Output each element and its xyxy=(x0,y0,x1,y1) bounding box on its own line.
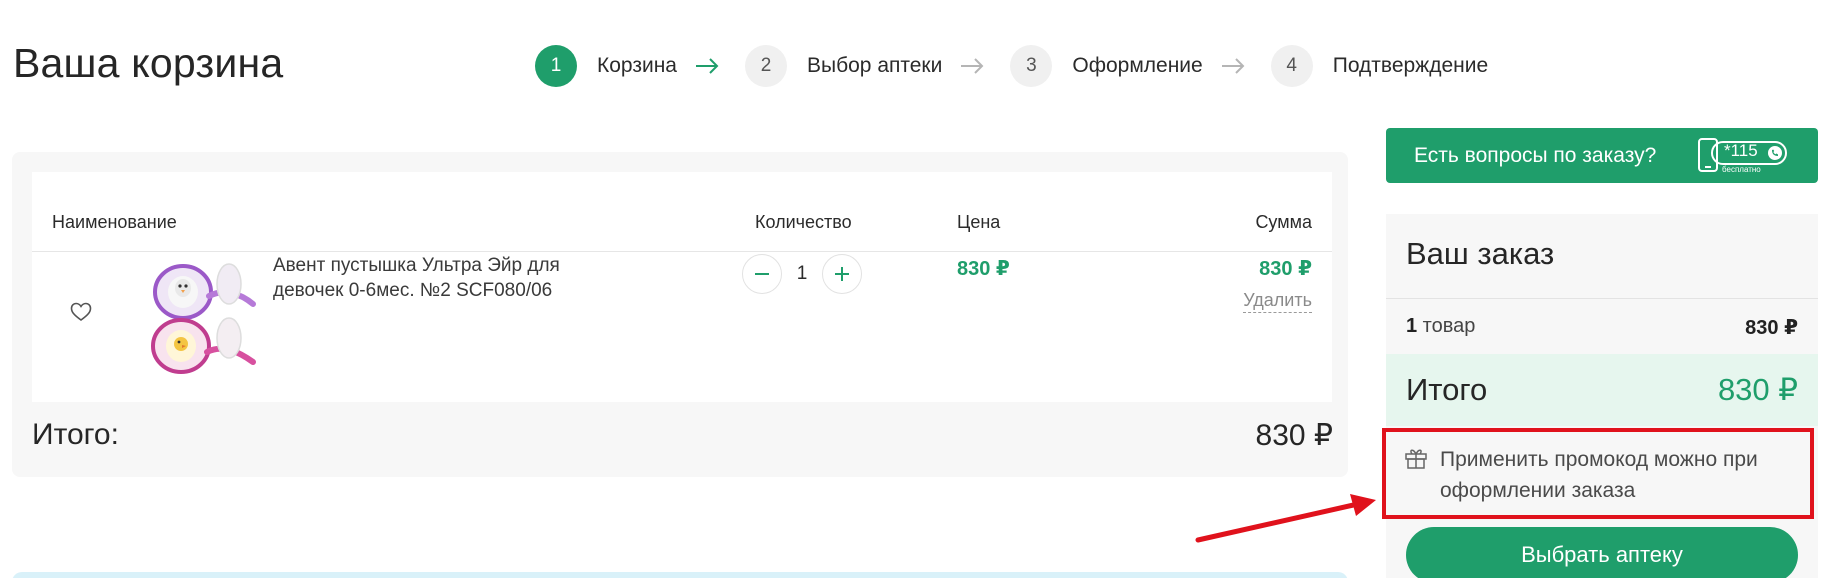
quantity-stepper: 1 xyxy=(742,254,862,294)
item-price: 830 ₽ xyxy=(957,258,1010,280)
cart-table: Наименование Количество Цена Сумма Авент… xyxy=(32,172,1332,402)
phone-short-number: *115 xyxy=(1724,141,1758,160)
annotation-arrow-icon xyxy=(1190,488,1390,546)
column-header-sum: Сумма xyxy=(1255,212,1312,232)
step-label: Корзина xyxy=(597,54,677,77)
step-number: 3 xyxy=(1010,45,1053,87)
arrow-right-icon xyxy=(1221,58,1245,74)
product-name-link[interactable]: Авент пустышка Ультра Эйр для девочек 0-… xyxy=(273,253,633,303)
plus-icon xyxy=(835,267,849,281)
increase-quantity-button[interactable] xyxy=(822,254,862,294)
order-summary-card: Ваш заказ 1 товар 830 ₽ Итого 830 ₽ Прим… xyxy=(1386,214,1818,578)
quantity-value[interactable]: 1 xyxy=(782,263,822,285)
product-image[interactable] xyxy=(145,260,263,380)
phone-icon: *115 бесплатно xyxy=(1698,138,1790,174)
order-divider xyxy=(1386,298,1818,299)
order-total-label: Итого xyxy=(1406,372,1488,407)
item-sum: 830 ₽ xyxy=(1259,258,1312,280)
step-confirmation[interactable]: 4 Подтверждение xyxy=(1270,45,1489,87)
order-questions-button[interactable]: Есть вопросы по заказу? *115 бесплатно xyxy=(1386,128,1818,183)
cart-total-value: 830 ₽ xyxy=(1255,419,1333,452)
header-divider xyxy=(32,251,1332,252)
column-header-quantity: Количество xyxy=(755,212,852,232)
step-number: 4 xyxy=(1270,45,1313,87)
order-total-value: 830 ₽ xyxy=(1717,372,1798,407)
cart-card: Наименование Количество Цена Сумма Авент… xyxy=(12,152,1348,477)
info-banner xyxy=(12,572,1348,578)
arrow-right-icon xyxy=(960,58,984,74)
step-number: 1 xyxy=(535,45,577,87)
order-questions-label: Есть вопросы по заказу? xyxy=(1414,143,1657,167)
delete-item-link[interactable]: Удалить xyxy=(1243,290,1312,313)
column-header-price: Цена xyxy=(957,212,1001,232)
column-header-name: Наименование xyxy=(52,212,177,232)
items-count-word: товар xyxy=(1417,315,1476,337)
annotation-highlight-box xyxy=(1382,428,1814,519)
page-title: Ваша корзина xyxy=(13,40,284,86)
items-count-number: 1 xyxy=(1406,315,1418,337)
step-label: Подтверждение xyxy=(1332,54,1489,77)
arrow-right-icon xyxy=(695,58,719,74)
items-sum: 830 ₽ xyxy=(1745,317,1798,339)
heart-icon[interactable] xyxy=(70,302,92,322)
phone-free-label: бесплатно xyxy=(1722,165,1761,174)
step-number: 2 xyxy=(745,45,787,87)
choose-pharmacy-button[interactable]: Выбрать аптеку xyxy=(1406,527,1798,578)
step-cart[interactable]: 1 Корзина xyxy=(535,45,677,87)
minus-icon xyxy=(755,273,769,275)
checkout-steps: 1 Корзина 2 Выбор аптеки 3 Оформление 4 … xyxy=(535,45,1488,87)
step-pharmacy[interactable]: 2 Выбор аптеки xyxy=(745,45,942,87)
order-total-band: Итого 830 ₽ xyxy=(1386,354,1818,426)
order-summary-title: Ваш заказ xyxy=(1406,236,1555,271)
step-checkout[interactable]: 3 Оформление xyxy=(1010,45,1203,87)
decrease-quantity-button[interactable] xyxy=(742,254,782,294)
cart-total-label: Итого: xyxy=(32,418,119,451)
step-label: Оформление xyxy=(1072,54,1203,77)
items-count: 1 товар xyxy=(1406,315,1475,338)
step-label: Выбор аптеки xyxy=(807,54,943,77)
